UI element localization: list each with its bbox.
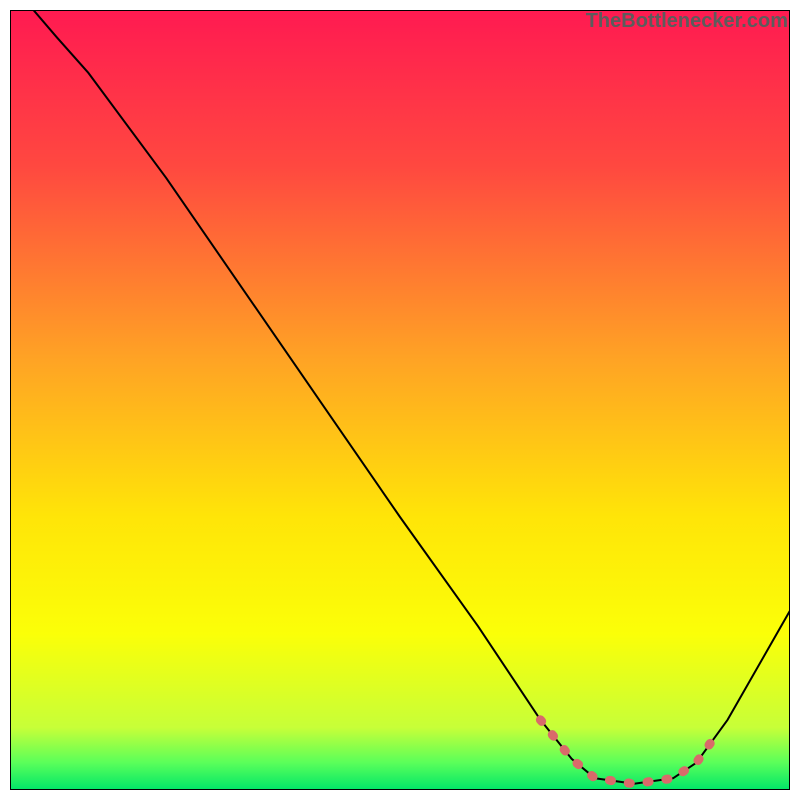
plot-border [10, 10, 790, 790]
chart-overlay [10, 10, 790, 790]
watermark-text: TheBottlenecker.com [586, 10, 788, 33]
bottleneck-curve [33, 10, 790, 784]
chart-area: TheBottlenecker.com [10, 10, 790, 790]
optimal-zone-marker [540, 720, 716, 784]
